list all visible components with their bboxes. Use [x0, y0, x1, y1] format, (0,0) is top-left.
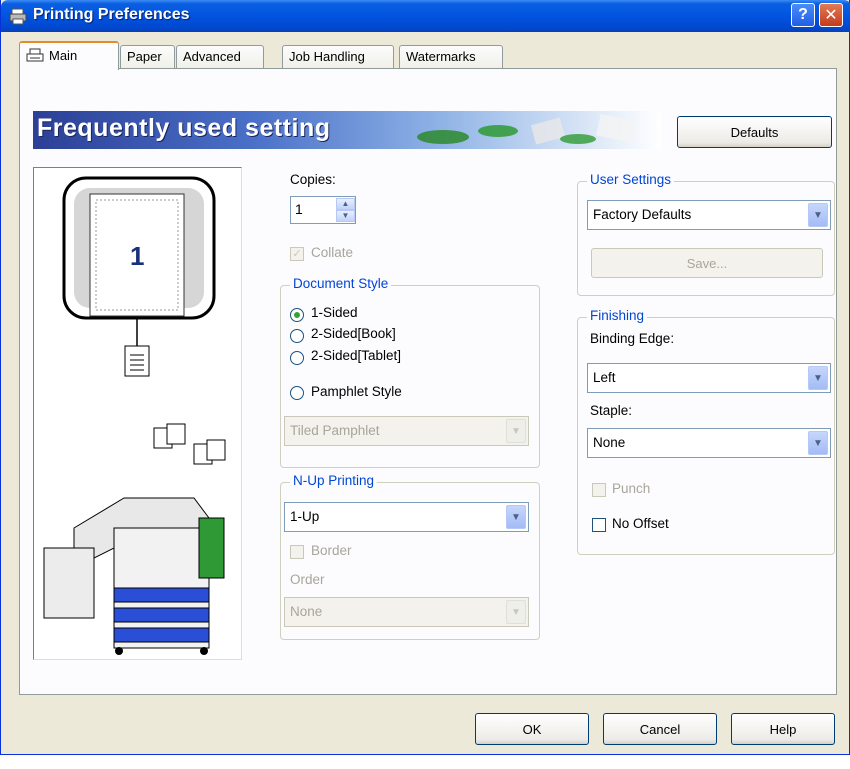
- n-up-select-value: 1-Up: [290, 509, 320, 524]
- tab-job-handling[interactable]: Job Handling: [282, 45, 394, 69]
- staple-select[interactable]: None ▼: [587, 428, 831, 458]
- window-title: Printing Preferences: [33, 6, 190, 23]
- printer-icon: [9, 8, 27, 25]
- chevron-up-icon[interactable]: ▲: [336, 198, 355, 210]
- chevron-down-icon[interactable]: ▼: [808, 366, 828, 390]
- chevron-down-icon[interactable]: ▼: [336, 210, 355, 222]
- print-preview: 1: [33, 167, 242, 660]
- frequently-used-banner: Frequently used setting: [33, 111, 661, 149]
- radio-2-sided-book-label: 2-Sided[Book]: [311, 326, 396, 341]
- border-checkbox[interactable]: [290, 545, 304, 559]
- preview-page-number: 1: [130, 241, 145, 271]
- banner-decoration-icon: [417, 113, 635, 145]
- tab-watermarks[interactable]: Watermarks: [399, 45, 503, 69]
- collate-label: Collate: [311, 245, 354, 260]
- radio-2-sided-tablet-label: 2-Sided[Tablet]: [311, 348, 402, 363]
- printing-preferences-dialog: Printing Preferences ? ✕ Main Paper Adva…: [0, 0, 850, 755]
- copies-label: Copies:: [290, 172, 336, 187]
- copies-value: 1: [295, 201, 303, 217]
- document-style-title: Document Style: [290, 276, 392, 291]
- order-select-value: None: [290, 604, 323, 619]
- user-settings-group: [577, 181, 835, 296]
- user-settings-title: User Settings: [587, 172, 675, 187]
- cancel-button[interactable]: Cancel: [603, 713, 717, 745]
- tab-paper[interactable]: Paper: [120, 45, 175, 69]
- binding-edge-select[interactable]: Left ▼: [587, 363, 831, 393]
- tab-job-handling-label: Job Handling: [289, 49, 365, 64]
- tab-watermarks-label: Watermarks: [406, 49, 476, 64]
- radio-2-sided-tablet[interactable]: [290, 351, 304, 365]
- title-bar[interactable]: Printing Preferences ? ✕: [1, 0, 850, 32]
- n-up-printing-title: N-Up Printing: [290, 473, 378, 488]
- n-up-select[interactable]: 1-Up ▼: [284, 502, 529, 532]
- no-offset-label: No Offset: [612, 516, 669, 531]
- ok-button[interactable]: OK: [475, 713, 589, 745]
- chevron-down-icon[interactable]: ▼: [808, 431, 828, 455]
- staple-label: Staple:: [590, 403, 633, 418]
- tab-main[interactable]: Main: [19, 41, 119, 70]
- radio-2-sided-book[interactable]: [290, 329, 304, 343]
- tab-main-label: Main: [49, 48, 78, 63]
- binding-edge-label: Binding Edge:: [590, 331, 675, 346]
- border-label: Border: [311, 543, 352, 558]
- staple-select-value: None: [593, 435, 626, 450]
- finishing-title: Finishing: [587, 308, 648, 323]
- chevron-down-icon[interactable]: ▼: [808, 203, 828, 227]
- close-button[interactable]: ✕: [819, 3, 843, 27]
- punch-label: Punch: [612, 481, 651, 496]
- pamphlet-select[interactable]: Tiled Pamphlet ▼: [284, 416, 529, 446]
- binding-edge-select-value: Left: [593, 370, 616, 385]
- collate-checkbox[interactable]: ✓: [290, 247, 304, 261]
- radio-1-sided-label: 1-Sided: [311, 305, 358, 320]
- save-button[interactable]: Save...: [591, 248, 823, 278]
- printer-icon: [26, 48, 44, 62]
- copies-spin-buttons[interactable]: ▲ ▼: [336, 198, 355, 222]
- copies-stepper[interactable]: 1 ▲ ▼: [290, 196, 356, 224]
- radio-1-sided[interactable]: [290, 308, 304, 322]
- pamphlet-select-value: Tiled Pamphlet: [290, 423, 380, 438]
- user-settings-select-value: Factory Defaults: [593, 207, 692, 222]
- chevron-down-icon[interactable]: ▼: [506, 419, 526, 443]
- radio-pamphlet-style[interactable]: [290, 386, 304, 400]
- help-title-button[interactable]: ?: [791, 3, 815, 27]
- defaults-button[interactable]: Defaults: [677, 116, 832, 148]
- tab-advanced[interactable]: Advanced: [176, 45, 264, 69]
- no-offset-checkbox[interactable]: [592, 518, 606, 532]
- tab-paper-label: Paper: [127, 49, 162, 64]
- chevron-down-icon[interactable]: ▼: [506, 505, 526, 529]
- user-settings-select[interactable]: Factory Defaults ▼: [587, 200, 831, 230]
- banner-title: Frequently used setting: [37, 114, 331, 142]
- tab-advanced-label: Advanced: [183, 49, 241, 64]
- order-select[interactable]: None ▼: [284, 597, 529, 627]
- chevron-down-icon[interactable]: ▼: [506, 600, 526, 624]
- order-label: Order: [290, 572, 325, 587]
- help-button[interactable]: Help: [731, 713, 835, 745]
- radio-pamphlet-style-label: Pamphlet Style: [311, 384, 402, 399]
- punch-checkbox[interactable]: [592, 483, 606, 497]
